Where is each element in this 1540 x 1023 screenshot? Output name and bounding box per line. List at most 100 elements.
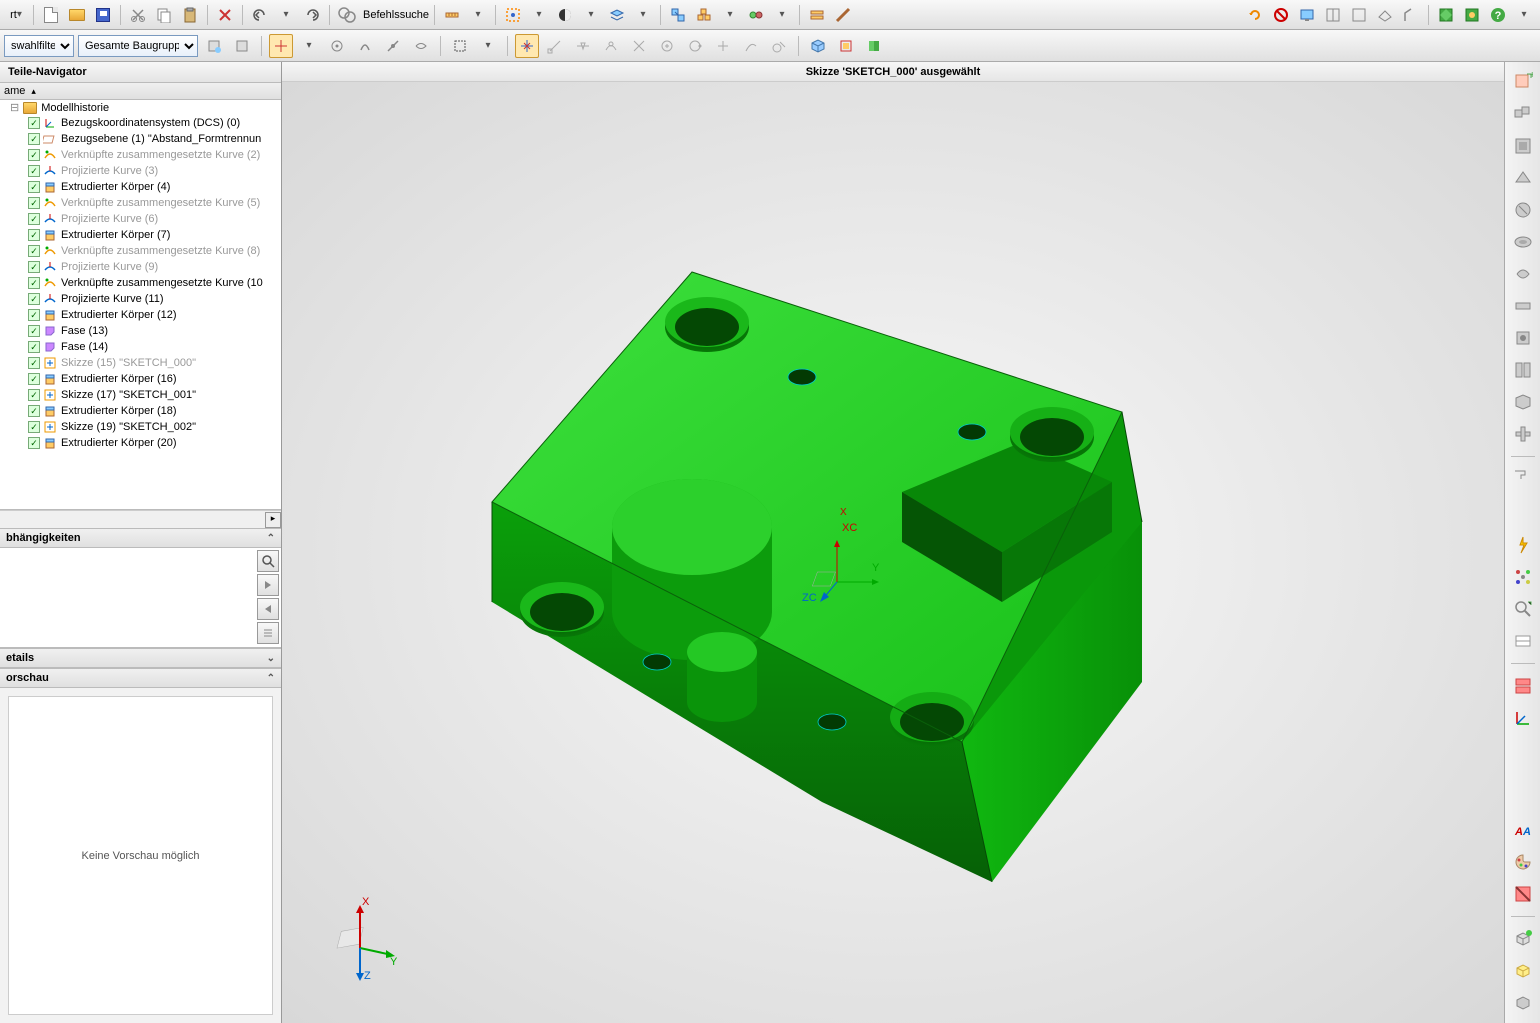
tree-item[interactable]: ✓Extrudierter Körper (16) bbox=[0, 371, 281, 387]
dependencies-header[interactable]: bhängigkeiten ⌃ bbox=[0, 528, 281, 548]
dep-forward-button[interactable] bbox=[257, 574, 279, 596]
tree-item[interactable]: ✓Skizze (19) "SKETCH_002" bbox=[0, 419, 281, 435]
tree-checkbox-icon[interactable]: ✓ bbox=[28, 325, 40, 337]
tree-item[interactable]: ✓Skizze (17) "SKETCH_001" bbox=[0, 387, 281, 403]
paste-button[interactable] bbox=[178, 3, 202, 27]
constraint-button[interactable] bbox=[744, 3, 768, 27]
rt-cube3-icon[interactable] bbox=[1509, 989, 1537, 1017]
view-fit-button[interactable] bbox=[501, 3, 525, 27]
rt-icon7[interactable] bbox=[1509, 260, 1537, 288]
tree-checkbox-icon[interactable]: ✓ bbox=[28, 229, 40, 241]
render-style-button[interactable] bbox=[553, 3, 577, 27]
filter-btn2[interactable] bbox=[230, 34, 254, 58]
copy-button[interactable] bbox=[152, 3, 176, 27]
assembly-button[interactable] bbox=[692, 3, 716, 27]
rt-csys-icon[interactable] bbox=[1509, 704, 1537, 732]
rt-section-icon[interactable] bbox=[1509, 880, 1537, 908]
tree-item[interactable]: ✓Extrudierter Körper (20) bbox=[0, 435, 281, 451]
snap-exist-icon[interactable] bbox=[711, 34, 735, 58]
app1-button[interactable] bbox=[1434, 3, 1458, 27]
tree-checkbox-icon[interactable]: ✓ bbox=[28, 117, 40, 129]
tree-item[interactable]: ✓Projizierte Kurve (3) bbox=[0, 163, 281, 179]
tree-item[interactable]: ✓Extrudierter Körper (18) bbox=[0, 403, 281, 419]
snap-int-icon[interactable] bbox=[627, 34, 651, 58]
tree-item[interactable]: ✓Extrudierter Körper (4) bbox=[0, 179, 281, 195]
filter-btn1[interactable] bbox=[202, 34, 226, 58]
rt-icon3[interactable] bbox=[1509, 132, 1537, 160]
window-button[interactable] bbox=[805, 3, 829, 27]
rt-icon10[interactable] bbox=[1509, 356, 1537, 384]
snap-ctrl-icon[interactable] bbox=[599, 34, 623, 58]
3d-viewport[interactable]: XC X Y ZC X Y Z bbox=[282, 82, 1504, 1023]
rt-icon4[interactable] bbox=[1509, 164, 1537, 192]
tree-item[interactable]: ✓Fase (14) bbox=[0, 339, 281, 355]
tree-checkbox-icon[interactable]: ✓ bbox=[28, 373, 40, 385]
ruler-button[interactable] bbox=[831, 3, 855, 27]
wireframe-button[interactable] bbox=[834, 34, 858, 58]
render-dropdown[interactable]: ▾ bbox=[579, 3, 603, 27]
view4-button[interactable] bbox=[1399, 3, 1423, 27]
new-file-button[interactable] bbox=[39, 3, 63, 27]
start-dropdown[interactable]: rt▾ bbox=[4, 3, 28, 27]
rt-cube2-icon[interactable] bbox=[1509, 957, 1537, 985]
tree-checkbox-icon[interactable]: ✓ bbox=[28, 405, 40, 417]
measure-dropdown[interactable]: ▾ bbox=[466, 3, 490, 27]
rt-icon2[interactable] bbox=[1509, 100, 1537, 128]
details-header[interactable]: etails ⌄ bbox=[0, 648, 281, 668]
snap-tan-icon[interactable] bbox=[767, 34, 791, 58]
command-finder-icon[interactable] bbox=[335, 3, 359, 27]
dep-search-button[interactable] bbox=[257, 550, 279, 572]
tree-checkbox-icon[interactable]: ✓ bbox=[28, 213, 40, 225]
rt-icon12[interactable] bbox=[1509, 420, 1537, 448]
snap-curve-icon[interactable] bbox=[739, 34, 763, 58]
tree-checkbox-icon[interactable]: ✓ bbox=[28, 133, 40, 145]
tree-checkbox-icon[interactable]: ✓ bbox=[28, 341, 40, 353]
snap-mid-icon[interactable] bbox=[571, 34, 595, 58]
measure-button[interactable] bbox=[440, 3, 464, 27]
select-rect-dropdown[interactable]: ▾ bbox=[476, 34, 500, 58]
snap2-icon[interactable] bbox=[353, 34, 377, 58]
tree-checkbox-icon[interactable]: ✓ bbox=[28, 165, 40, 177]
help-button[interactable]: ? bbox=[1486, 3, 1510, 27]
snap4-icon[interactable] bbox=[409, 34, 433, 58]
snap-dropdown[interactable]: ▾ bbox=[297, 34, 321, 58]
stop-button[interactable] bbox=[1269, 3, 1293, 27]
open-file-button[interactable] bbox=[65, 3, 89, 27]
tree-item[interactable]: ✓Verknüpfte zusammengesetzte Kurve (10 bbox=[0, 275, 281, 291]
tree-item[interactable]: ✓Skizze (15) "SKETCH_000" bbox=[0, 355, 281, 371]
tree-item[interactable]: ✓Projizierte Kurve (11) bbox=[0, 291, 281, 307]
tree-checkbox-icon[interactable]: ✓ bbox=[28, 197, 40, 209]
assembly-dropdown[interactable]: ▾ bbox=[718, 3, 742, 27]
snap1-icon[interactable] bbox=[325, 34, 349, 58]
rt-pattern-icon[interactable] bbox=[1509, 563, 1537, 591]
rt-df-icon[interactable] bbox=[1509, 627, 1537, 655]
snap-quad-icon[interactable] bbox=[683, 34, 707, 58]
tree-checkbox-icon[interactable]: ✓ bbox=[28, 389, 40, 401]
tree-checkbox-icon[interactable]: ✓ bbox=[28, 181, 40, 193]
rt-cube1-icon[interactable] bbox=[1509, 925, 1537, 953]
rt-lens-icon[interactable] bbox=[1509, 595, 1537, 623]
tree-checkbox-icon[interactable]: ✓ bbox=[28, 293, 40, 305]
display-button[interactable] bbox=[1295, 3, 1319, 27]
snap3-icon[interactable] bbox=[381, 34, 405, 58]
tree-checkbox-icon[interactable]: ✓ bbox=[28, 245, 40, 257]
rt-spark-icon[interactable] bbox=[1509, 531, 1537, 559]
tree-item[interactable]: ✓Verknüpfte zusammengesetzte Kurve (5) bbox=[0, 195, 281, 211]
shaded-faces-button[interactable] bbox=[806, 34, 830, 58]
rt-icon13[interactable] bbox=[1509, 465, 1537, 493]
view-fit-dropdown[interactable]: ▾ bbox=[527, 3, 551, 27]
tree-item[interactable]: ✓Projizierte Kurve (6) bbox=[0, 211, 281, 227]
save-file-button[interactable] bbox=[91, 3, 115, 27]
delete-button[interactable] bbox=[213, 3, 237, 27]
rt-palette-icon[interactable] bbox=[1509, 848, 1537, 876]
preview-header[interactable]: orschau ⌃ bbox=[0, 668, 281, 688]
tree-checkbox-icon[interactable]: ✓ bbox=[28, 437, 40, 449]
scroll-right-button[interactable]: ▸ bbox=[265, 512, 281, 528]
constraint-dropdown[interactable]: ▾ bbox=[770, 3, 794, 27]
undo-dropdown[interactable]: ▾ bbox=[274, 3, 298, 27]
app2-button[interactable] bbox=[1460, 3, 1484, 27]
snap-point-button[interactable] bbox=[515, 34, 539, 58]
dep-back-button[interactable] bbox=[257, 598, 279, 620]
view1-button[interactable] bbox=[1321, 3, 1345, 27]
select-rect-button[interactable] bbox=[448, 34, 472, 58]
